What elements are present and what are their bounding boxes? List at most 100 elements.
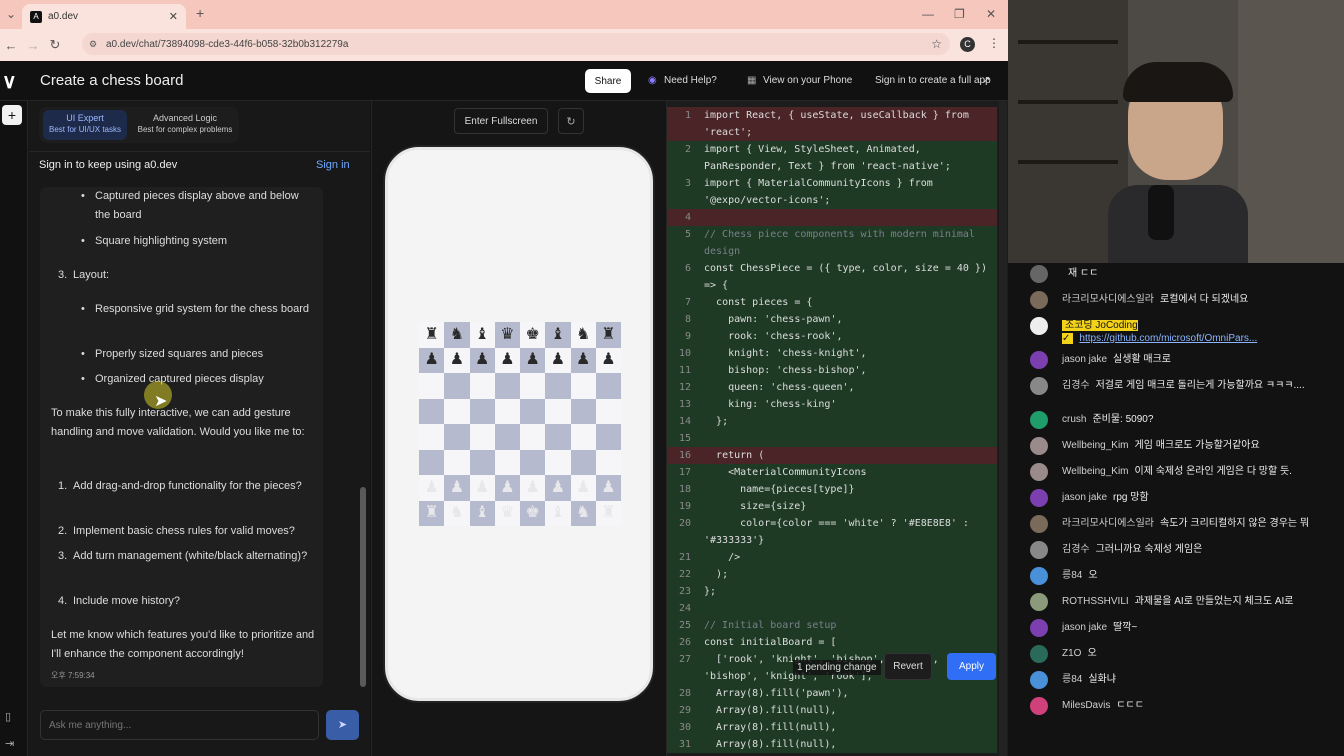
chess-piece-icon[interactable]: ♛	[500, 505, 514, 521]
chess-piece-icon[interactable]: ♟	[475, 352, 489, 368]
chess-square[interactable]: ♚	[520, 500, 546, 526]
chess-square[interactable]	[570, 373, 596, 399]
chess-piece-icon[interactable]: ♝	[551, 326, 565, 343]
chess-piece-icon[interactable]: ♟	[525, 479, 539, 496]
chess-piece-icon[interactable]: ♟	[500, 352, 514, 368]
a0-logo-icon[interactable]: ∨	[2, 69, 20, 93]
chess-piece-icon[interactable]: ♟	[424, 479, 438, 496]
chess-piece-icon[interactable]: ♟	[525, 352, 539, 368]
chess-square[interactable]	[444, 398, 470, 424]
chess-piece-icon[interactable]: ♟	[551, 352, 565, 368]
refresh-button[interactable]: ↻	[558, 108, 584, 134]
chess-square[interactable]: ♟	[520, 475, 546, 501]
browser-tab[interactable]: A a0.dev ✕	[22, 4, 186, 29]
chess-square[interactable]	[494, 424, 520, 450]
chess-square[interactable]: ♞	[570, 322, 596, 348]
chess-square[interactable]	[469, 373, 495, 399]
close-icon[interactable]: ✕	[169, 10, 178, 23]
need-help-link[interactable]: Need Help?	[664, 75, 717, 86]
logout-icon[interactable]: ⇥	[5, 737, 14, 750]
chess-square[interactable]	[444, 449, 470, 475]
chess-piece-icon[interactable]: ♟	[450, 479, 464, 496]
chess-square[interactable]	[444, 424, 470, 450]
send-button[interactable]: ➤	[326, 710, 359, 740]
back-icon[interactable]: ←	[0, 38, 22, 53]
chess-piece-icon[interactable]: ♞	[450, 505, 464, 521]
chess-square[interactable]: ♟	[545, 475, 571, 501]
chess-piece-icon[interactable]: ♞	[450, 326, 464, 343]
chess-square[interactable]	[595, 424, 621, 450]
chess-piece-icon[interactable]: ♜	[424, 505, 438, 521]
chess-piece-icon[interactable]: ♟	[576, 479, 590, 496]
chess-square[interactable]	[520, 398, 546, 424]
menu-dots-icon[interactable]: ⋮	[988, 36, 1000, 50]
chess-square[interactable]	[595, 373, 621, 399]
chess-square[interactable]: ♜	[419, 500, 445, 526]
sidebar-toggle-icon[interactable]: ▯	[5, 710, 11, 723]
chess-square[interactable]: ♟	[444, 347, 470, 373]
mode-advanced-logic[interactable]: Advanced Logic Best for complex problems	[135, 110, 235, 140]
code-scrollbar[interactable]	[999, 101, 1007, 756]
maximize-icon[interactable]: ❐	[954, 7, 965, 21]
bookmark-star-icon[interactable]: ☆	[931, 37, 942, 51]
chess-piece-icon[interactable]: ♞	[576, 505, 590, 521]
chess-square[interactable]: ♟	[595, 347, 621, 373]
chess-piece-icon[interactable]: ♛	[500, 326, 514, 343]
chess-square[interactable]	[469, 398, 495, 424]
chess-square[interactable]: ♝	[469, 500, 495, 526]
forward-icon[interactable]: →	[22, 38, 44, 53]
chess-piece-icon[interactable]: ♟	[576, 352, 590, 368]
chess-square[interactable]	[520, 373, 546, 399]
chess-square[interactable]	[469, 449, 495, 475]
reload-icon[interactable]: ↻	[44, 37, 66, 53]
chess-square[interactable]	[570, 398, 596, 424]
chess-square[interactable]	[444, 373, 470, 399]
chess-square[interactable]	[545, 398, 571, 424]
chat-scrollbar[interactable]	[360, 191, 366, 693]
chess-square[interactable]: ♟	[494, 347, 520, 373]
chess-square[interactable]: ♟	[419, 475, 445, 501]
chess-piece-icon[interactable]: ♟	[475, 479, 489, 496]
chess-square[interactable]	[520, 449, 546, 475]
chess-square[interactable]: ♟	[520, 347, 546, 373]
chess-square[interactable]: ♜	[595, 322, 621, 348]
apply-button[interactable]: Apply	[947, 653, 996, 680]
chess-piece-icon[interactable]: ♝	[551, 505, 565, 521]
chess-square[interactable]	[419, 424, 445, 450]
chess-square[interactable]	[595, 449, 621, 475]
chess-square[interactable]: ♟	[570, 347, 596, 373]
chess-piece-icon[interactable]: ♟	[601, 479, 615, 496]
profile-avatar-icon[interactable]: C	[960, 37, 975, 52]
chess-piece-icon[interactable]: ♜	[424, 326, 438, 343]
chess-piece-icon[interactable]: ♟	[424, 352, 438, 368]
enter-fullscreen-button[interactable]: Enter Fullscreen	[454, 108, 548, 134]
sign-in-link[interactable]: Sign in	[316, 159, 350, 171]
chess-square[interactable]: ♟	[444, 475, 470, 501]
chess-piece-icon[interactable]: ♜	[601, 326, 615, 343]
minimize-icon[interactable]: —	[922, 7, 934, 21]
chess-square[interactable]: ♜	[419, 322, 445, 348]
chess-piece-icon[interactable]: ♟	[500, 479, 514, 496]
revert-button[interactable]: Revert	[884, 653, 932, 680]
chess-square[interactable]	[520, 424, 546, 450]
chat-text[interactable]: https://github.com/microsoft/OmniPars...	[1079, 333, 1257, 344]
share-button[interactable]: Share	[585, 69, 631, 93]
chess-square[interactable]: ♞	[444, 322, 470, 348]
chess-square[interactable]: ♛	[494, 322, 520, 348]
chess-square[interactable]: ♛	[494, 500, 520, 526]
chess-square[interactable]	[494, 449, 520, 475]
chess-square[interactable]	[419, 398, 445, 424]
chess-square[interactable]	[494, 398, 520, 424]
chess-square[interactable]: ♝	[469, 322, 495, 348]
chess-piece-icon[interactable]: ♟	[601, 352, 615, 368]
mode-ui-expert[interactable]: UI Expert Best for UI/UX tasks	[43, 110, 127, 140]
site-info-icon[interactable]: ⚙	[89, 39, 97, 50]
chess-square[interactable]	[419, 373, 445, 399]
chess-square[interactable]: ♟	[545, 347, 571, 373]
chess-square[interactable]: ♝	[545, 322, 571, 348]
chess-piece-icon[interactable]: ♟	[551, 479, 565, 496]
url-field[interactable]: ⚙ a0.dev/chat/73894098-cde3-44f6-b058-32…	[82, 33, 950, 55]
chess-square[interactable]	[570, 449, 596, 475]
chess-piece-icon[interactable]: ♞	[576, 326, 590, 343]
chess-square[interactable]: ♟	[570, 475, 596, 501]
